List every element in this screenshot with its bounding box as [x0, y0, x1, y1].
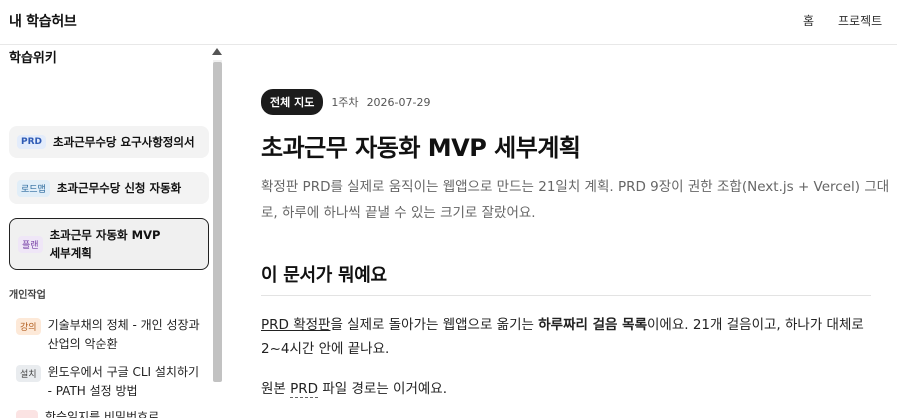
brand-title[interactable]: 내 학습허브 [9, 11, 77, 31]
item-line1: 기술부채의 정체 - 개인 성장과 [47, 318, 200, 332]
sidebar-card-prd[interactable]: PRD 초과근무수당 요구사항정의서 [9, 126, 209, 158]
body-paragraph: PRD 확정판을 실제로 돌아가는 웹앱으로 옮기는 하루짜리 걸음 목록이에요… [261, 313, 881, 361]
list-item-label: 윈도우에서 구글 CLI 설치하기 - PATH 설정 방법 [48, 363, 200, 401]
doc-meta: 전체 지도 1주차 2026-07-29 [261, 89, 431, 115]
sidebar-card-label: 초과근무수당 요구사항정의서 [53, 135, 195, 149]
nav-projects-link[interactable]: 프로젝트 [838, 12, 882, 29]
full-map-pill[interactable]: 전체 지도 [261, 89, 324, 115]
roadmap-badge: 로드맵 [17, 179, 50, 197]
nav-home-link[interactable]: 홈 [803, 12, 814, 29]
prd-badge: PRD [17, 135, 46, 149]
divider [261, 295, 871, 296]
sidebar-card-roadmap[interactable]: 로드맵 초과근무수당 신청 자동화 [9, 172, 209, 204]
p2-text-b: 파일 경로는 이거예요. [318, 381, 448, 397]
scrollbar-thumb[interactable] [213, 62, 222, 382]
item-badge [16, 410, 38, 418]
list-item[interactable]: 강의 기술부채의 정체 - 개인 성장과 산업의 악순환 [16, 316, 206, 354]
item-line2: 산업의 악순환 [47, 337, 118, 351]
top-header [0, 0, 897, 45]
body-paragraph: 원본 PRD 파일 경로는 이거예요. [261, 377, 447, 401]
prd-term[interactable]: PRD [290, 381, 319, 398]
card-label-line2: 세부계획 [49, 246, 92, 260]
week-label: 1주차 [331, 96, 359, 109]
section-heading: 이 문서가 뭐예요 [261, 265, 387, 286]
lecture-badge: 강의 [16, 318, 41, 335]
sidebar-card-label: 초과근무수당 신청 자동화 [56, 181, 182, 195]
date-label: 2026-07-29 [366, 95, 431, 109]
sidebar-card-plan-active[interactable]: 플랜 초과근무 자동화 MVP 세부계획 [9, 218, 209, 270]
p1-bold: 하루짜리 걸음 목록 [538, 317, 647, 333]
plan-badge: 플랜 [18, 235, 43, 253]
item-line1: 윈도우에서 구글 CLI 설치하기 [47, 365, 200, 379]
lead-paragraph: 확정판 PRD를 실제로 움직이는 웹앱으로 만드는 21일치 계획. PRD … [261, 179, 890, 221]
p2-text-a: 원본 [261, 381, 291, 397]
list-item[interactable]: 설치 윈도우에서 구글 CLI 설치하기 - PATH 설정 방법 [16, 363, 206, 401]
install-badge: 설치 [16, 365, 41, 382]
page-title: 초과근무 자동화 MVP 세부계획 [261, 134, 581, 162]
sidebar-card-label: 초과근무 자동화 MVP 세부계획 [50, 226, 161, 262]
card-label-line1: 초과근무 자동화 MVP [49, 228, 161, 242]
list-item-label: 학습일지를 비밀번호로 [45, 410, 160, 418]
sidebar-title: 학습위키 [9, 51, 57, 66]
item-line2: - PATH 설정 방법 [47, 384, 138, 398]
group-label: 개인작업 [9, 290, 46, 301]
list-item-label: 기술부채의 정체 - 개인 성장과 산업의 악순환 [48, 316, 200, 354]
list-item[interactable]: 학습일지를 비밀번호로 [16, 408, 206, 418]
scroll-up-arrow-icon[interactable] [212, 48, 222, 55]
prd-final-link[interactable]: PRD 확정판 [261, 317, 330, 333]
p1-text-a: 을 실제로 돌아가는 웹앱으로 옮기는 [330, 317, 539, 333]
